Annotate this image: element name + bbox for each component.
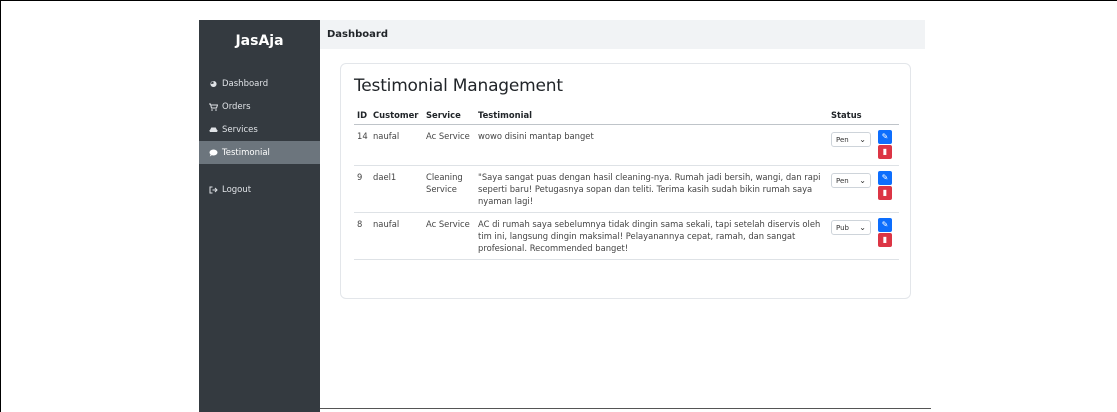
sidebar-item-label: Logout (222, 184, 252, 195)
sidebar-item-label: Testimonial (222, 147, 270, 158)
status-select[interactable]: Pub ⌄ (831, 220, 871, 235)
chevron-down-icon: ⌄ (859, 134, 866, 144)
delete-button[interactable]: ▮ (878, 233, 892, 247)
table-row: 9 dael1 Cleaning Service "Saya sangat pu… (354, 165, 899, 213)
cell-id: 9 (354, 165, 370, 213)
edit-icon: ✎ (881, 132, 889, 141)
edit-button[interactable]: ✎ (878, 171, 892, 185)
cell-customer: naufal (370, 124, 423, 166)
column-header-actions (875, 106, 899, 125)
divider (320, 408, 931, 409)
column-header-service: Service (423, 106, 475, 125)
cell-id: 14 (354, 124, 370, 166)
chevron-down-icon: ⌄ (859, 175, 866, 185)
testimonial-table: ID Customer Service Testimonial Status 1… (354, 106, 899, 260)
status-value: Pub (836, 223, 849, 232)
cell-status: Pen ⌄ (828, 124, 875, 166)
sidebar-item-label: Services (222, 124, 258, 135)
header-title: Dashboard (327, 29, 388, 40)
sidebar-item-orders[interactable]: Orders (199, 95, 320, 118)
column-header-customer: Customer (370, 106, 423, 125)
car-icon (208, 126, 219, 133)
status-value: Pen (836, 135, 849, 144)
cell-service: Ac Service (423, 212, 475, 260)
sidebar: JasAja ◕ Dashboard Orders Services Testi… (199, 20, 320, 412)
edit-icon: ✎ (881, 173, 889, 182)
table-header-row: ID Customer Service Testimonial Status (354, 106, 899, 125)
page-title: Testimonial Management (354, 76, 563, 96)
cell-testimonial: wowo disini mantap banget (475, 124, 828, 166)
testimonial-card: Testimonial Management ID Customer Servi… (340, 63, 911, 299)
logout-icon (208, 186, 219, 194)
sidebar-item-logout[interactable]: Logout (199, 178, 320, 201)
sidebar-item-services[interactable]: Services (199, 118, 320, 141)
cell-service: Ac Service (423, 124, 475, 166)
sidebar-item-testimonial[interactable]: Testimonial (199, 141, 320, 164)
sidebar-nav: ◕ Dashboard Orders Services Testimonial (199, 72, 320, 201)
cell-customer: naufal (370, 212, 423, 260)
cell-id: 8 (354, 212, 370, 260)
cell-service: Cleaning Service (423, 165, 475, 213)
edit-icon: ✎ (881, 220, 889, 229)
gauge-icon: ◕ (210, 79, 217, 88)
status-value: Pen (836, 176, 849, 185)
sidebar-item-label: Orders (222, 101, 251, 112)
cell-actions: ✎ ▮ (875, 212, 899, 260)
cell-customer: dael1 (370, 165, 423, 213)
cell-testimonial: AC di rumah saya sebelumnya tidak dingin… (475, 212, 828, 260)
chevron-down-icon: ⌄ (859, 222, 866, 232)
cart-icon (208, 103, 219, 111)
trash-icon: ▮ (882, 235, 888, 244)
page-header: Dashboard (320, 20, 925, 49)
comment-icon (208, 149, 219, 157)
cell-actions: ✎ ▮ (875, 124, 899, 166)
column-header-id: ID (354, 106, 370, 125)
delete-button[interactable]: ▮ (878, 145, 892, 159)
cell-status: Pub ⌄ (828, 212, 875, 260)
column-header-testimonial: Testimonial (475, 106, 828, 125)
status-select[interactable]: Pen ⌄ (831, 132, 871, 147)
delete-button[interactable]: ▮ (878, 186, 892, 200)
cell-actions: ✎ ▮ (875, 165, 899, 213)
edit-button[interactable]: ✎ (878, 130, 892, 144)
sidebar-item-dashboard[interactable]: ◕ Dashboard (199, 72, 320, 95)
status-select[interactable]: Pen ⌄ (831, 173, 871, 188)
brand-logo[interactable]: JasAja (199, 20, 320, 62)
trash-icon: ▮ (882, 147, 888, 156)
edit-button[interactable]: ✎ (878, 218, 892, 232)
cell-status: Pen ⌄ (828, 165, 875, 213)
table-row: 14 naufal Ac Service wowo disini mantap … (354, 124, 899, 166)
sidebar-item-label: Dashboard (222, 78, 269, 89)
column-header-status: Status (828, 106, 875, 125)
table-row: 8 naufal Ac Service AC di rumah saya seb… (354, 212, 899, 260)
cell-testimonial: "Saya sangat puas dengan hasil cleaning-… (475, 165, 828, 213)
trash-icon: ▮ (882, 188, 888, 197)
